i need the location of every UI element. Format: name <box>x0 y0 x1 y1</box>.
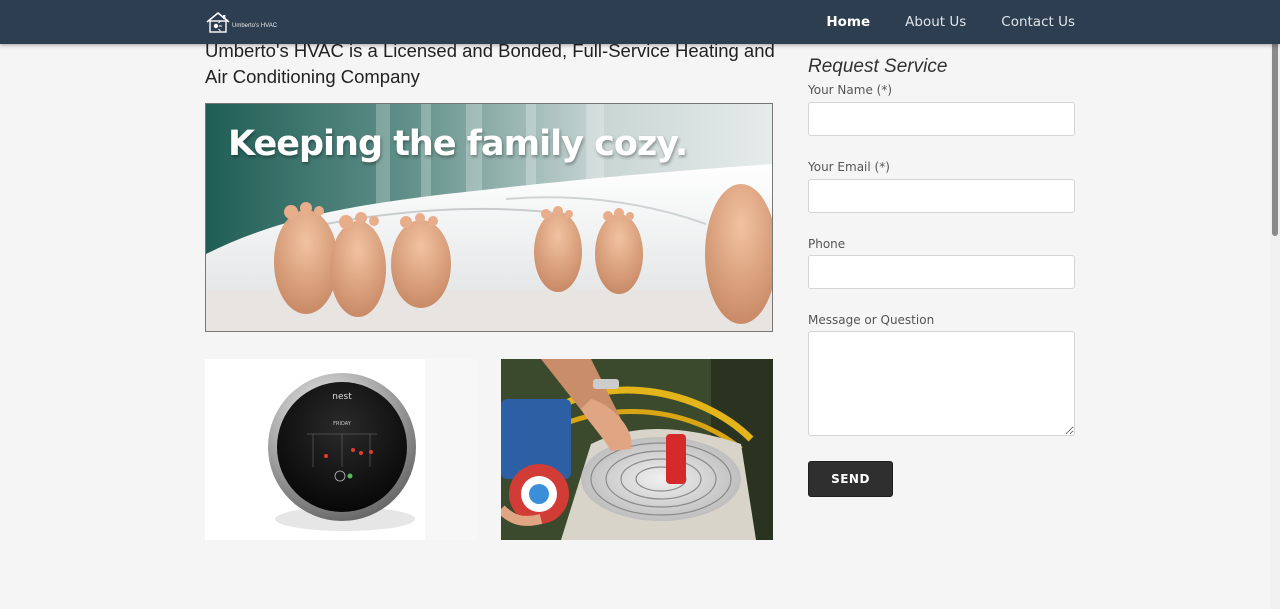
name-input[interactable] <box>808 102 1075 136</box>
hero-caption: Keeping the family cozy. <box>228 124 688 164</box>
phone-field-label: Phone <box>808 237 846 251</box>
nest-thermostat-illustration: nest FRIDAY <box>205 359 477 540</box>
message-textarea[interactable] <box>808 331 1075 436</box>
brand-logo[interactable]: Umberto's HVAC <box>205 11 277 33</box>
thermostat-image: nest FRIDAY <box>205 359 477 540</box>
brand-text: Umberto's HVAC <box>232 23 278 29</box>
scrollbar-thumb[interactable] <box>1272 34 1278 236</box>
house-logo-icon <box>206 11 230 33</box>
email-field-label: Your Email (*) <box>808 160 890 174</box>
nest-brand-text: nest <box>332 392 352 402</box>
intro-heading: Umberto's HVAC is a Licensed and Bonded,… <box>205 40 775 87</box>
nav-menu: Home About Us Contact Us <box>791 0 1075 44</box>
request-service-title: Request Service <box>808 56 948 77</box>
top-navbar: Umberto's HVAC Home About Us Contact Us <box>0 0 1280 44</box>
ac-unit-repair-illustration <box>501 359 773 540</box>
message-field-label: Message or Question <box>808 313 935 327</box>
nav-contact-link[interactable]: Contact Us <box>1001 14 1075 30</box>
nav-about-link[interactable]: About Us <box>905 14 966 30</box>
phone-input[interactable] <box>808 255 1075 289</box>
page-scrollbar[interactable] <box>1270 0 1280 609</box>
send-button[interactable]: SEND <box>808 461 893 497</box>
nest-day-text: FRIDAY <box>333 421 352 427</box>
email-input[interactable] <box>808 179 1075 213</box>
ac-technician-image <box>501 359 773 540</box>
hero-banner: Keeping the family cozy. <box>205 103 773 332</box>
nav-home-link[interactable]: Home <box>826 14 870 30</box>
name-field-label: Your Name (*) <box>808 83 893 97</box>
